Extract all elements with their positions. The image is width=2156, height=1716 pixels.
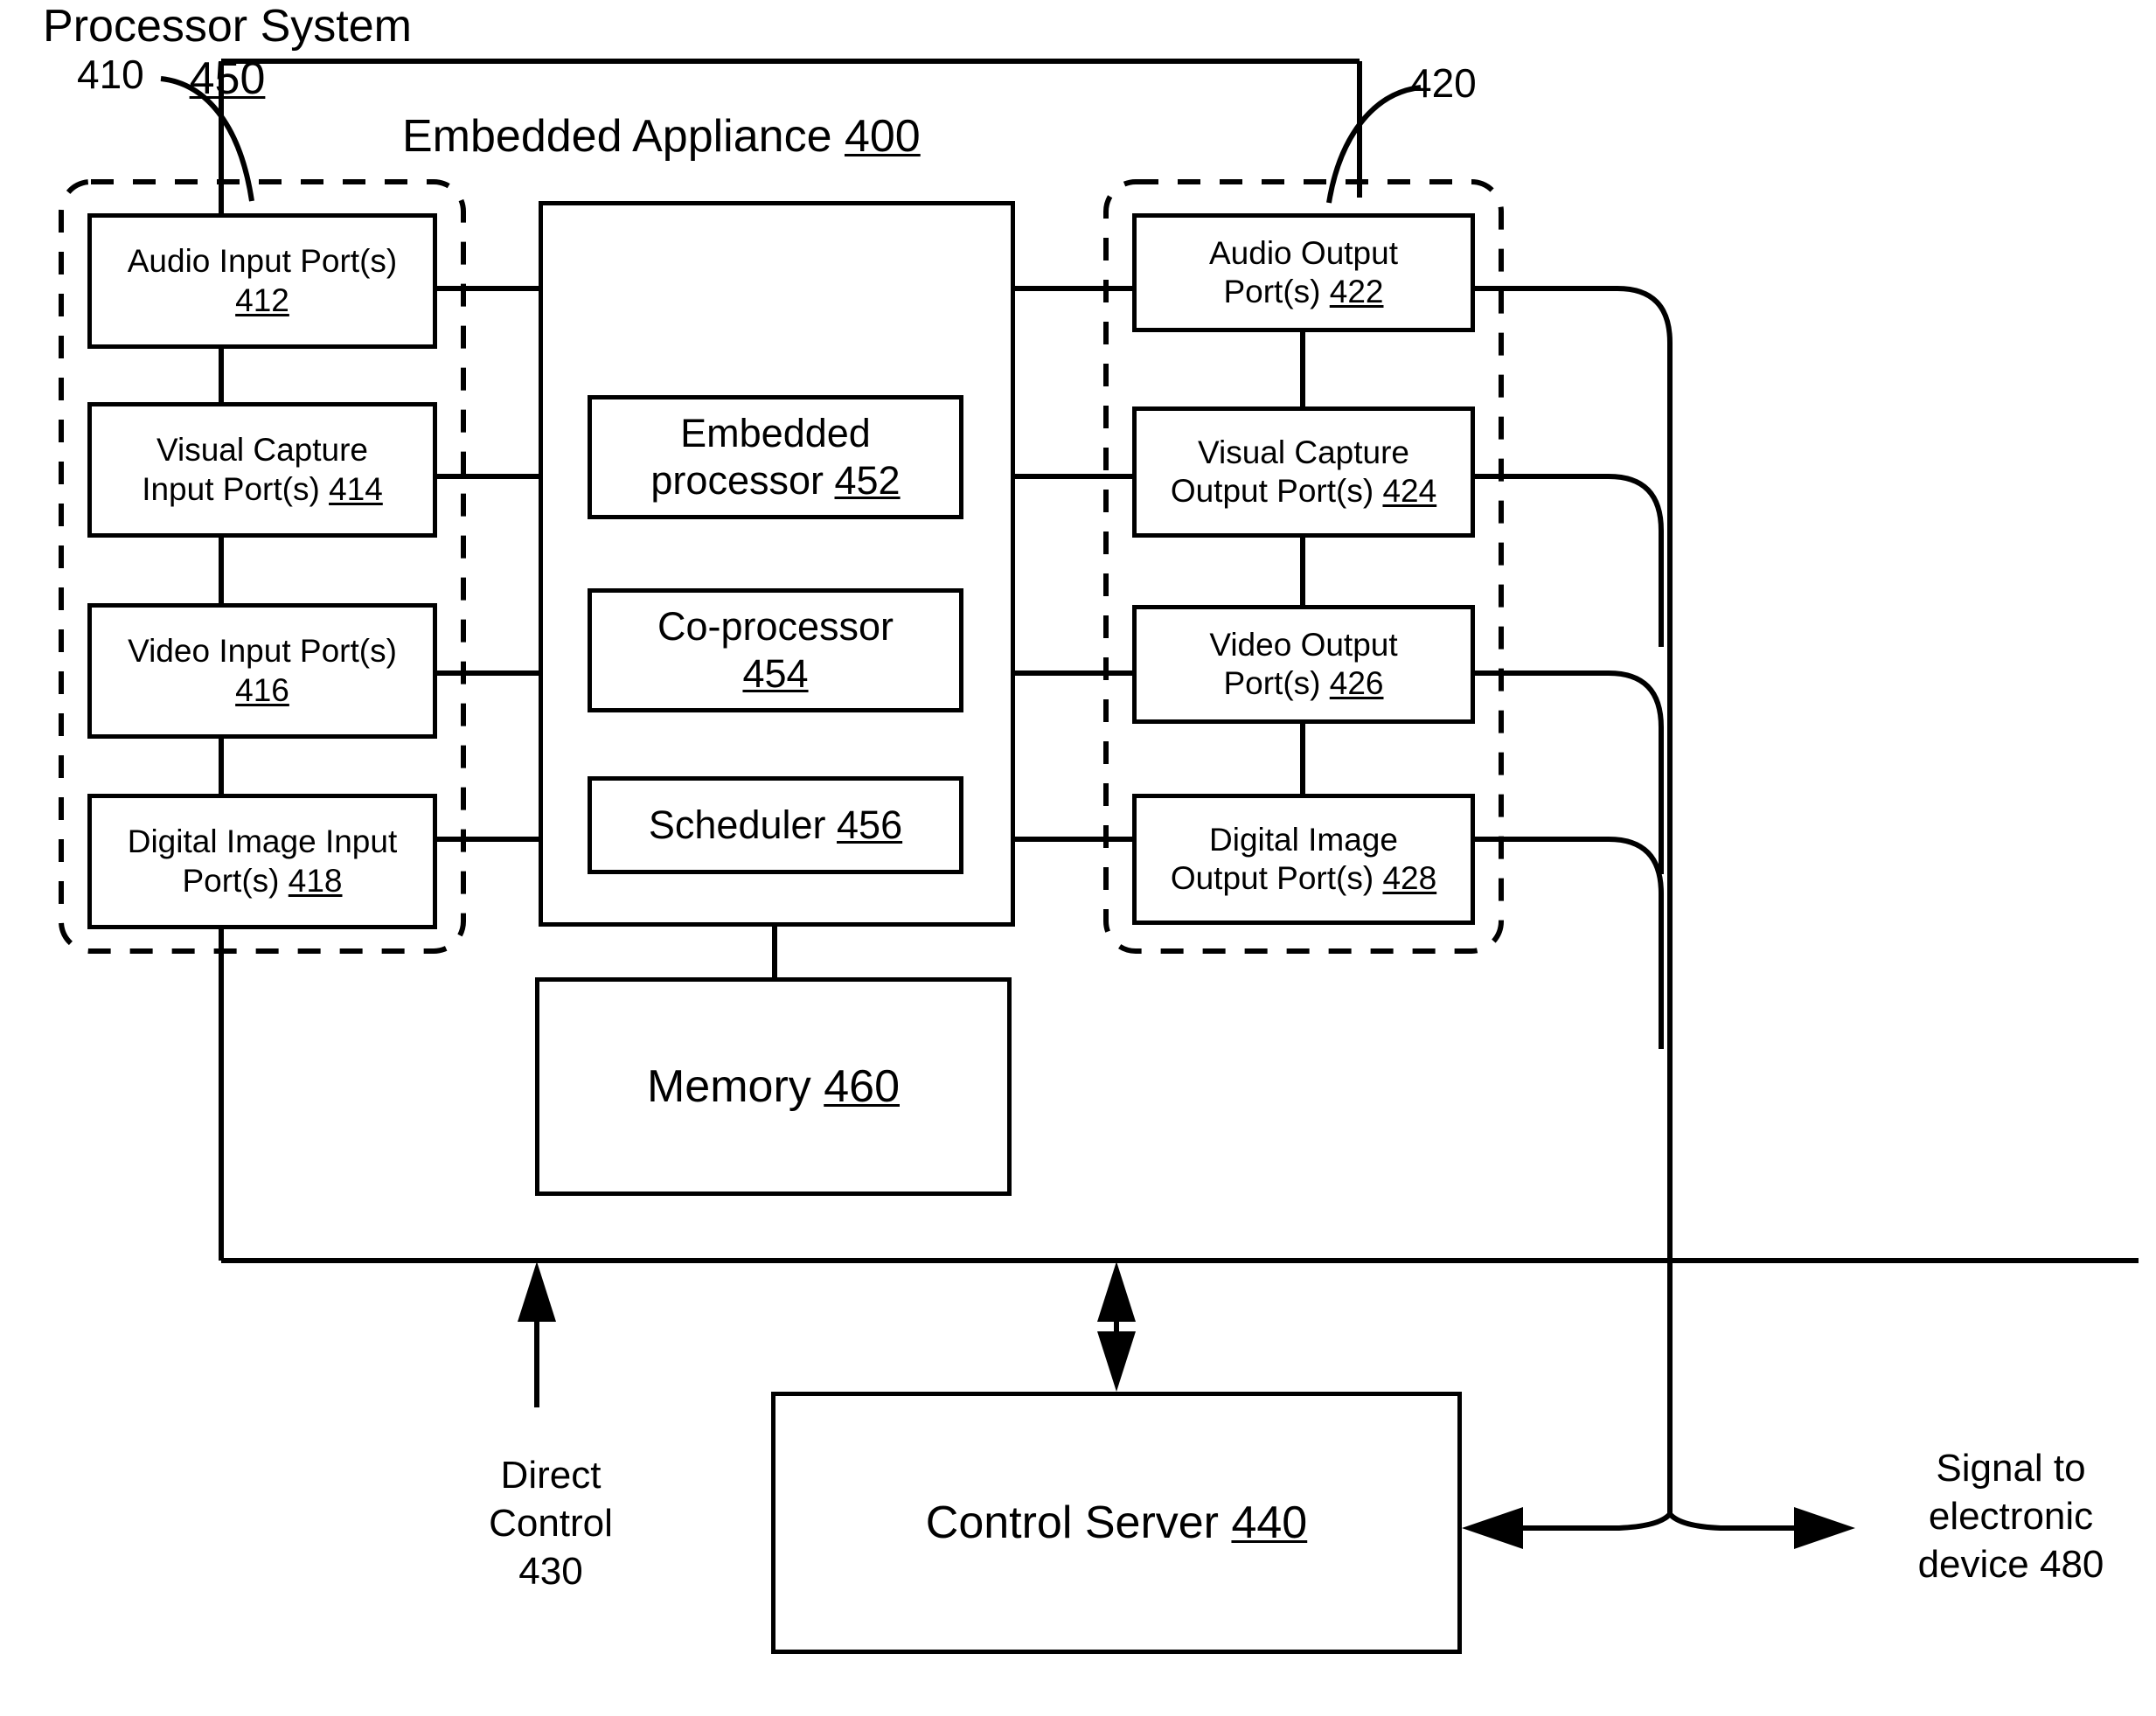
embedded-processor-label2: processor 452 [650, 458, 901, 503]
wire-428-bus [1475, 837, 1664, 1049]
video-input-port-ref: 416 [235, 671, 289, 708]
figure-canvas: Embedded Appliance 400 410 420 Audio Inp… [0, 0, 2156, 1716]
video-input-port-box[interactable]: Video Input Port(s) 416 [87, 603, 437, 739]
direct-control-annotation: Direct Control 430 [489, 1454, 613, 1593]
memory-label: Memory [646, 1060, 811, 1112]
wire-bus-split-left [1486, 1511, 1673, 1531]
control-server-ref: 440 [1231, 1497, 1308, 1548]
audio-input-port-ref: 412 [235, 281, 289, 318]
visual-capture-output-port-label: Visual Capture [1197, 434, 1410, 470]
visual-capture-output-port-ref: 424 [1382, 473, 1437, 509]
video-output-port-ref: 426 [1329, 665, 1384, 701]
figure-title: Embedded Appliance 400 [402, 110, 921, 163]
callout-420-leader [1326, 85, 1422, 204]
figure-title-ref: 400 [844, 111, 921, 162]
visual-capture-input-port-box[interactable]: Visual Capture Input Port(s) 414 [87, 402, 437, 538]
video-output-port-label2: Port(s) 426 [1223, 665, 1384, 701]
control-server-box[interactable]: Control Server 440 [771, 1392, 1462, 1654]
scheduler-label: Scheduler [648, 802, 826, 847]
digital-image-output-port-ref: 428 [1382, 860, 1437, 896]
control-server-label: Control Server [925, 1497, 1219, 1548]
audio-input-port-label: Audio Input Port(s) [127, 243, 398, 280]
memory-box[interactable]: Memory 460 [535, 977, 1012, 1196]
video-output-port-label: Video Output [1209, 626, 1398, 663]
embedded-processor-label: Embedded [680, 411, 871, 455]
visual-capture-input-port-ref: 414 [329, 470, 383, 507]
audio-input-port-box[interactable]: Audio Input Port(s) 412 [87, 213, 437, 349]
visual-capture-output-port-label2: Output Port(s) 424 [1170, 473, 1437, 509]
signal-device-arrowhead-right [1794, 1507, 1855, 1549]
visual-capture-output-port-box[interactable]: Visual Capture Output Port(s) 424 [1132, 406, 1475, 538]
audio-output-port-label2: Port(s) 422 [1223, 274, 1384, 309]
co-processor-ref: 454 [742, 651, 809, 696]
video-output-port-box[interactable]: Video Output Port(s) 426 [1132, 605, 1475, 724]
co-processor-box[interactable]: Co-processor 454 [588, 588, 963, 712]
wire-bus-split-right [1667, 1511, 1827, 1531]
embedded-processor-box[interactable]: Embedded processor 452 [588, 395, 963, 519]
figure-title-text: Embedded Appliance [402, 111, 832, 162]
control-link-arrowhead-down [1097, 1331, 1136, 1392]
digital-image-input-port-box[interactable]: Digital Image Input Port(s) 418 [87, 794, 437, 929]
video-input-port-label: Video Input Port(s) [128, 633, 397, 670]
digital-image-output-port-label: Digital Image [1209, 821, 1398, 858]
scheduler-ref: 456 [837, 802, 903, 847]
visual-capture-input-port-label: Visual Capture [156, 432, 369, 469]
digital-image-input-port-ref: 418 [288, 862, 343, 899]
control-link-arrowhead-up [1097, 1261, 1136, 1322]
signal-to-device-annotation: Signal to electronic device 480 [1917, 1447, 2104, 1586]
control-server-arrowhead-left [1462, 1507, 1523, 1549]
direct-control-arrowhead [518, 1261, 556, 1322]
audio-output-port-box[interactable]: Audio Output Port(s) 422 [1132, 213, 1475, 332]
processor-system-ref: 450 [189, 53, 266, 104]
wire-424-bus [1475, 474, 1664, 647]
callout-420: 420 [1409, 60, 1477, 106]
digital-image-input-port-label2: Port(s) 418 [182, 862, 343, 899]
processor-system-title: Processor System 450 [0, 0, 455, 105]
wire-422-bus [1475, 286, 1673, 1514]
embedded-processor-ref: 452 [834, 458, 901, 503]
scheduler-box[interactable]: Scheduler 456 [588, 776, 963, 874]
digital-image-output-port-label2: Output Port(s) 428 [1170, 860, 1437, 896]
visual-capture-input-port-label2: Input Port(s) 414 [142, 470, 383, 507]
audio-output-port-label: Audio Output [1209, 234, 1398, 271]
co-processor-label: Co-processor [657, 604, 894, 649]
callout-410: 410 [77, 52, 144, 97]
memory-ref: 460 [824, 1060, 900, 1112]
digital-image-output-port-box[interactable]: Digital Image Output Port(s) 428 [1132, 794, 1475, 925]
audio-output-port-ref: 422 [1329, 274, 1384, 309]
wire-426-bus [1475, 670, 1664, 874]
processor-system-title-text: Processor System [43, 1, 412, 52]
digital-image-input-port-label: Digital Image Input [127, 823, 398, 860]
